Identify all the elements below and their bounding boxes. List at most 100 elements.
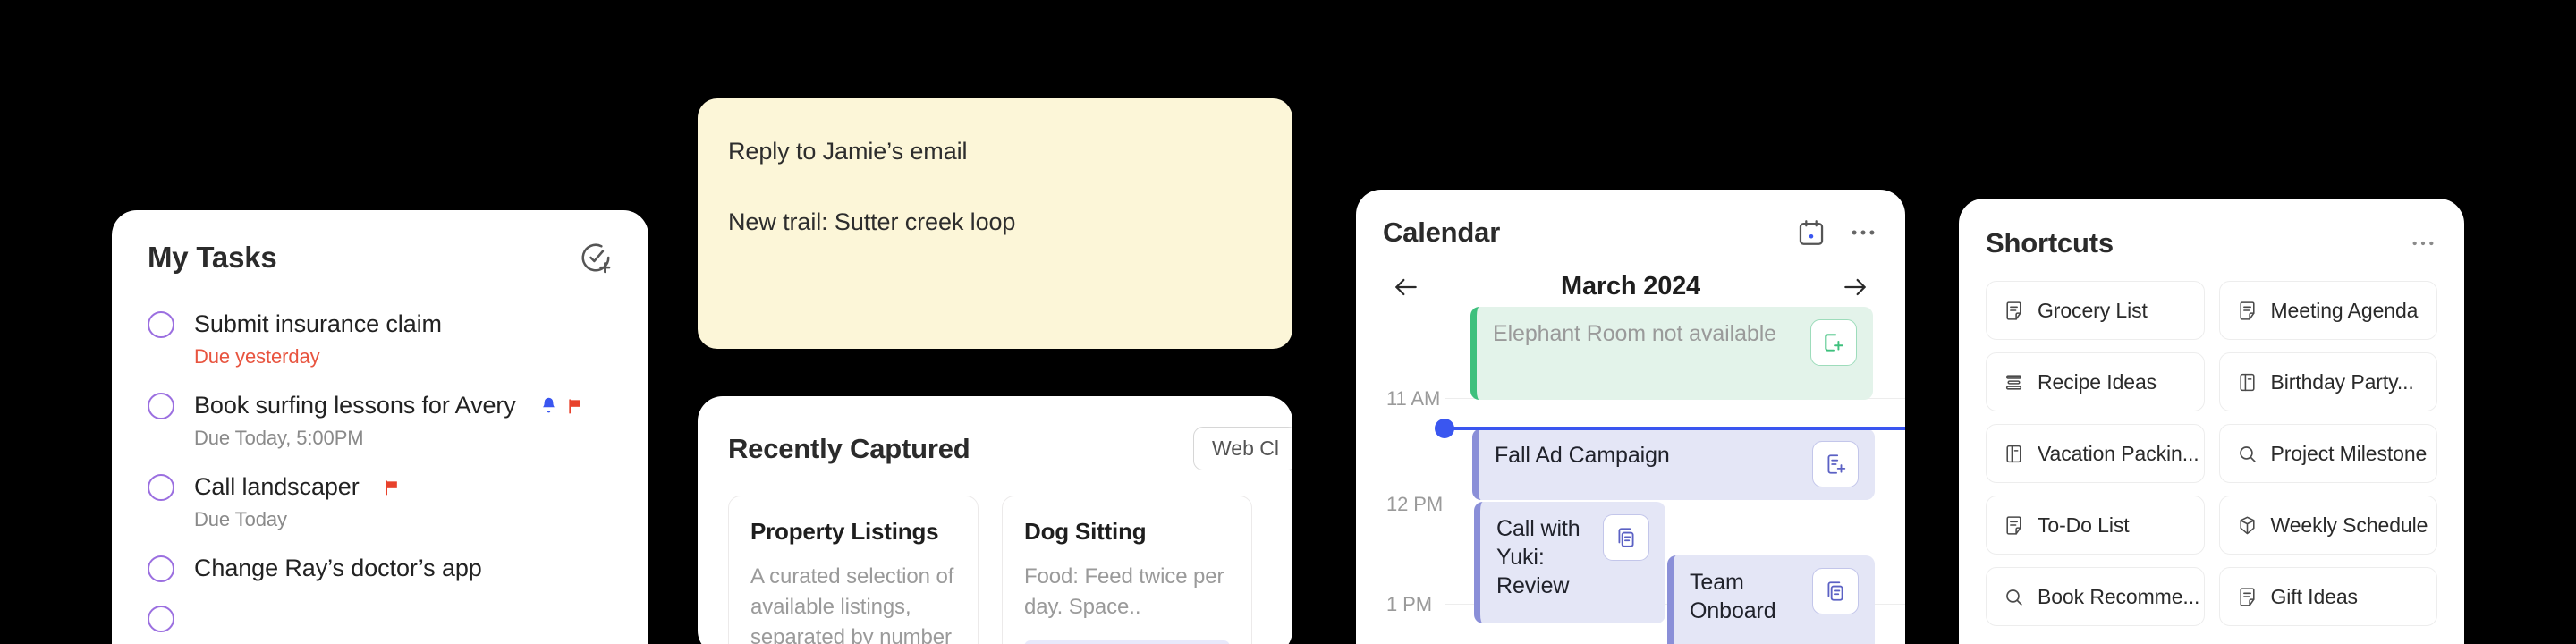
task-item[interactable]: Submit insurance claim Due yesterday [148,310,613,369]
task-label: Submit insurance claim [194,310,442,337]
calendar-event[interactable]: Team Onboard [1667,555,1875,644]
copy-notes-icon[interactable] [1603,514,1649,561]
shortcut-label: Birthday Party... [2270,369,2414,394]
my-tasks-card: My Tasks Submit insurance claim Due yest… [112,210,648,644]
task-due-date: Due Today, 5:00PM [194,427,364,449]
copy-notes-icon[interactable] [1812,568,1859,614]
calendar-header: Calendar [1356,216,1905,249]
board-icon [2003,443,2025,465]
shortcut-item-grocery-list[interactable]: Grocery List [1986,281,2205,340]
shortcut-label: Recipe Ideas [2038,369,2157,394]
note-icon [2236,300,2258,322]
shortcut-item-recipe-ideas[interactable]: Recipe Ideas [1986,352,2205,411]
captured-item-title: Dog Sitting [1024,518,1147,545]
calendar-hour-label: 1 PM [1386,593,1432,615]
task-item-partial[interactable] [148,606,613,632]
task-item[interactable]: Change Ray’s doctor’s app [148,555,613,582]
shortcut-item-gift-ideas[interactable]: Gift Ideas [2218,567,2437,626]
task-checkbox[interactable] [148,310,174,338]
shortcut-label: Grocery List [2038,298,2148,322]
calendar-event-label: Fall Ad Campaign [1495,443,1670,468]
captured-item[interactable]: Dog Sitting Food: Feed twice per day. Sp… [1002,496,1252,644]
task-label: Call landscaper [194,473,360,500]
list-icon [2003,371,2025,394]
more-horizontal-icon[interactable] [1848,217,1878,248]
calendar-event[interactable]: Call with Yuki: Review [1474,502,1665,623]
note-line: New trail: Sutter creek loop [728,208,1016,235]
note-line: Reply to Jamie’s email [728,138,968,165]
shortcuts-grid: Grocery List Meeting Agenda Recipe Ideas… [1986,281,2437,626]
screen-root: My Tasks Submit insurance claim Due yest… [0,0,2576,644]
shortcuts-header: Shortcuts [1986,227,2437,259]
sticky-note-card[interactable]: Reply to Jamie’s email New trail: Sutter… [698,98,1292,349]
shortcut-item-birthday-party[interactable]: Birthday Party... [2218,352,2437,411]
bell-icon [539,396,558,415]
note-icon [2003,300,2025,322]
captured-item-body: Food: Feed twice per day. Space.. [1024,564,1224,620]
calendar-day-icon[interactable] [1796,217,1826,248]
more-horizontal-icon[interactable] [2409,229,2437,258]
recently-captured-title: Recently Captured [728,432,970,464]
calendar-hour-label: 11 AM [1386,387,1441,410]
calendar-event-label: Team Onboard [1690,570,1776,623]
shortcut-item-project-milestone[interactable]: Project Milestone [2218,424,2437,483]
shortcut-label: Meeting Agenda [2270,298,2419,322]
task-due-date: Due Today [194,508,287,530]
calendar-hour-label: 12 PM [1386,493,1444,515]
shortcut-item-meeting-agenda[interactable]: Meeting Agenda [2218,281,2437,340]
task-checkbox[interactable] [148,606,174,632]
shortcuts-card: Shortcuts Grocery List Meeting Agenda Re… [1959,199,2464,644]
recently-captured-header: Recently Captured Web Cl [698,427,1292,470]
calendar-timeline: 11 AM 12 PM 1 PM Elephant Room not avail… [1356,307,1905,644]
captured-item-title: Property Listings [750,518,939,545]
task-due-date: Due yesterday [194,345,320,368]
calendar-title: Calendar [1383,216,1501,248]
my-tasks-header: My Tasks [148,241,613,275]
my-tasks-title: My Tasks [148,241,277,274]
note-add-icon[interactable] [1812,441,1859,487]
task-label: Book surfing lessons for Avery [194,392,516,419]
current-time-dot [1435,419,1454,438]
calendar-event-label: Call with Yuki: Review [1496,516,1580,598]
search-icon [2003,586,2025,608]
captured-item-placeholder-bar [1024,640,1230,644]
task-label: Change Ray’s doctor’s app [194,555,482,581]
calendar-month-nav: March 2024 [1356,272,1905,301]
calendar-event[interactable]: Fall Ad Campaign [1472,428,1875,500]
shortcut-item-to-do-list[interactable]: To-Do List [1986,496,2205,555]
shortcut-item-vacation-packing[interactable]: Vacation Packin... [1986,424,2205,483]
cube-icon [2236,514,2258,537]
task-checkbox[interactable] [148,473,174,501]
captured-item[interactable]: Property Listings A curated selection of… [728,496,979,644]
check-circle-plus-icon[interactable] [579,241,613,275]
arrow-right-icon[interactable] [1837,273,1873,301]
web-clips-filter-chip[interactable]: Web Cl [1193,427,1292,470]
calendar-event[interactable]: Elephant Room not available [1470,307,1873,400]
arrow-left-icon[interactable] [1388,273,1424,301]
captured-item-body: A curated selection of available listing… [750,564,954,644]
note-icon [2236,586,2258,608]
recently-captured-card: Recently Captured Web Cl Property Listin… [698,396,1292,644]
shortcut-label: Gift Ideas [2270,584,2359,608]
shortcut-label: Weekly Schedule [2270,513,2428,537]
add-event-icon[interactable] [1810,319,1857,366]
flag-icon [566,396,584,416]
shortcut-label: Book Recomme... [2038,584,2200,608]
calendar-month-label: March 2024 [1561,272,1700,301]
current-time-line [1442,427,1905,430]
calendar-event-label: Elephant Room not available [1493,321,1776,346]
calendar-card: Calendar March 2024 11 AM 12 PM 1 PM Ele… [1356,190,1905,644]
shortcut-label: Vacation Packin... [2038,441,2199,465]
task-item[interactable]: Call landscaper Due Today [148,473,613,531]
shortcut-item-book-recommendations[interactable]: Book Recomme... [1986,567,2205,626]
shortcuts-title: Shortcuts [1986,227,2114,258]
shortcut-item-weekly-schedule[interactable]: Weekly Schedule [2218,496,2437,555]
note-icon [2003,514,2025,537]
task-item[interactable]: Book surfing lessons for Avery Due Today… [148,392,613,450]
search-icon [2236,443,2258,465]
captured-items-grid: Property Listings A curated selection of… [698,496,1292,644]
task-checkbox[interactable] [148,555,174,582]
shortcut-label: Project Milestone [2270,441,2428,465]
task-checkbox[interactable] [148,392,174,419]
shortcut-label: To-Do List [2038,513,2130,537]
